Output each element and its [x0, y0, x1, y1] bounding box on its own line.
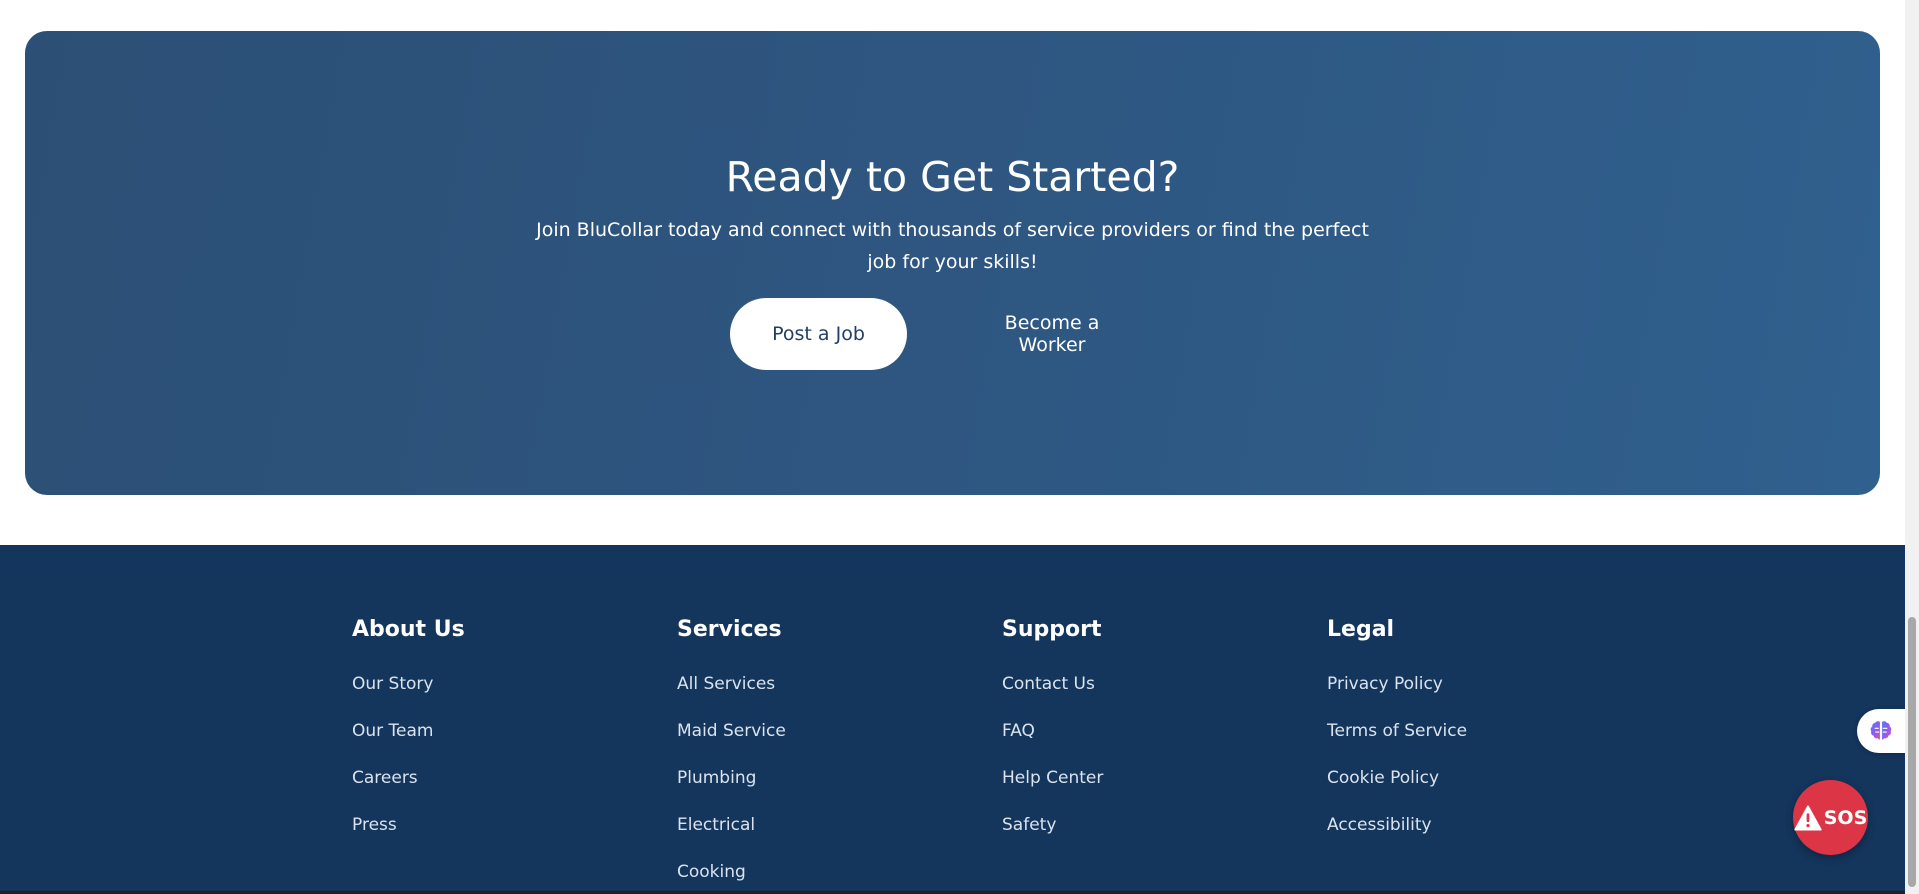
- footer-link-help-center[interactable]: Help Center: [1002, 767, 1103, 789]
- ai-assistant-button[interactable]: [1857, 709, 1905, 753]
- warning-icon: [1794, 804, 1822, 831]
- footer-column-about-us: About Us Our Story Our Team Careers Pres…: [352, 617, 465, 861]
- page: Ready to Get Started? Join BluCollar tod…: [0, 0, 1905, 894]
- footer-links-legal: Privacy Policy Terms of Service Cookie P…: [1327, 673, 1467, 861]
- footer-link-maid-service[interactable]: Maid Service: [677, 720, 786, 742]
- cta-banner: Ready to Get Started? Join BluCollar tod…: [25, 31, 1880, 495]
- footer-link-safety[interactable]: Safety: [1002, 814, 1056, 836]
- footer-link-press[interactable]: Press: [352, 814, 397, 836]
- footer-links-support: Contact Us FAQ Help Center Safety: [1002, 673, 1103, 861]
- post-a-job-button[interactable]: Post a Job: [730, 298, 907, 370]
- footer-link-our-team[interactable]: Our Team: [352, 720, 433, 742]
- sos-label: SOS: [1823, 806, 1868, 829]
- footer-link-cookie-policy[interactable]: Cookie Policy: [1327, 767, 1439, 789]
- become-a-worker-button[interactable]: Become a Worker: [965, 298, 1139, 370]
- footer-column-support: Support Contact Us FAQ Help Center Safet…: [1002, 617, 1103, 861]
- footer-column-legal: Legal Privacy Policy Terms of Service Co…: [1327, 617, 1467, 861]
- footer-link-cooking[interactable]: Cooking: [677, 861, 746, 883]
- footer-link-all-services[interactable]: All Services: [677, 673, 775, 695]
- footer-heading-services: Services: [677, 617, 782, 642]
- footer-link-our-story[interactable]: Our Story: [352, 673, 433, 695]
- footer-link-careers[interactable]: Careers: [352, 767, 418, 789]
- brain-icon: [1870, 721, 1892, 740]
- cta-subtitle: Join BluCollar today and connect with th…: [536, 219, 1369, 273]
- footer-link-privacy-policy[interactable]: Privacy Policy: [1327, 673, 1443, 695]
- footer-link-accessibility[interactable]: Accessibility: [1327, 814, 1432, 836]
- page-scrollbar[interactable]: [1905, 0, 1919, 894]
- footer-links-about-us: Our Story Our Team Careers Press: [352, 673, 465, 861]
- footer-heading-about-us: About Us: [352, 617, 465, 642]
- footer-column-services: Services All Services Maid Service Plumb…: [677, 617, 786, 894]
- footer-link-contact-us[interactable]: Contact Us: [1002, 673, 1095, 695]
- footer-heading-legal: Legal: [1327, 617, 1395, 642]
- cta-title: Ready to Get Started?: [725, 153, 1180, 201]
- footer-heading-support: Support: [1002, 617, 1102, 642]
- footer-link-plumbing[interactable]: Plumbing: [677, 767, 756, 789]
- site-footer: About Us Our Story Our Team Careers Pres…: [0, 545, 1905, 894]
- footer-link-terms-of-service[interactable]: Terms of Service: [1327, 720, 1467, 742]
- sos-button[interactable]: SOS: [1793, 780, 1868, 855]
- footer-link-faq[interactable]: FAQ: [1002, 720, 1035, 742]
- footer-links-services: All Services Maid Service Plumbing Elect…: [677, 673, 786, 894]
- scrollbar-thumb[interactable]: [1908, 617, 1916, 887]
- footer-link-electrical[interactable]: Electrical: [677, 814, 755, 836]
